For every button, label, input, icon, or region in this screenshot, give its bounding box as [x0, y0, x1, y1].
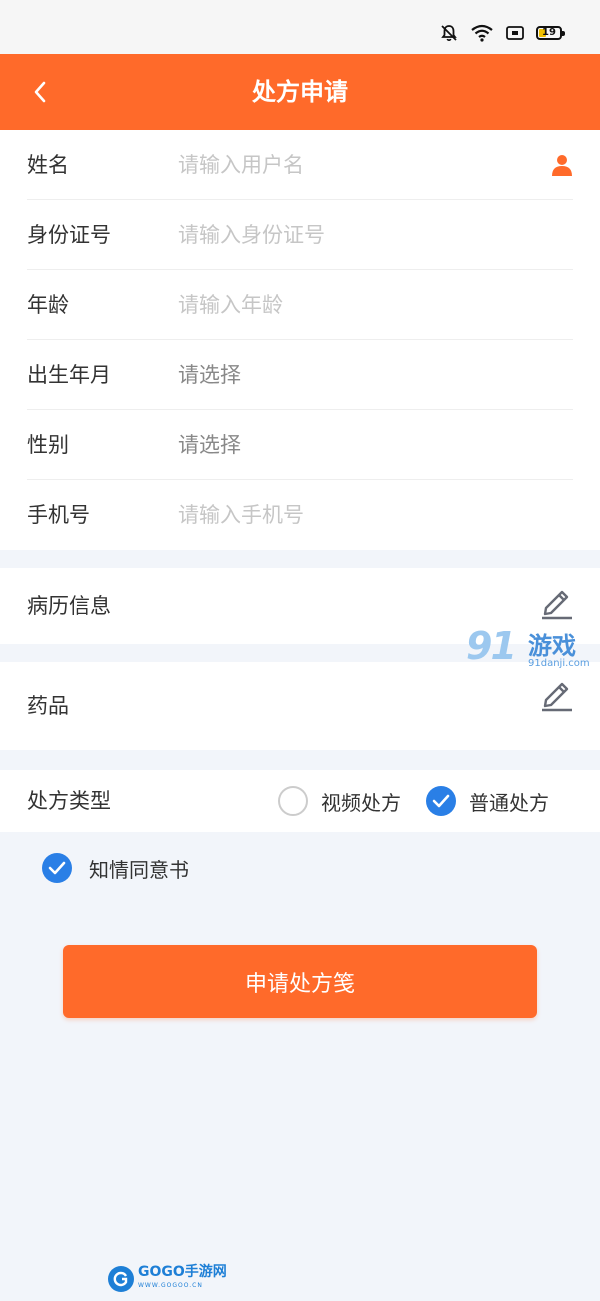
basic-info-form: 姓名 身份证号 年龄 出生年月 请选择 性别 请选择 手机号 — [0, 130, 600, 550]
bell-off-icon — [441, 25, 457, 41]
age-input[interactable] — [178, 285, 538, 325]
id-number-input[interactable] — [178, 215, 538, 255]
medical-record-label: 病历信息 — [27, 594, 111, 618]
form-row-gender[interactable]: 性别 请选择 — [27, 410, 573, 480]
page-title: 处方申请 — [252, 78, 348, 106]
id-number-label: 身份证号 — [27, 223, 111, 247]
video-prescription-radio[interactable]: 视频处方 — [278, 786, 401, 816]
wifi-icon — [471, 24, 493, 42]
video-prescription-label: 视频处方 — [321, 790, 401, 815]
battery-icon: 19 — [536, 26, 565, 40]
phone-input[interactable] — [178, 495, 538, 535]
age-label: 年龄 — [27, 293, 69, 317]
gogo-logo-icon — [108, 1266, 134, 1292]
battery-level: 19 — [542, 27, 556, 38]
radio-unchecked-icon — [278, 786, 308, 816]
form-row-birth-date[interactable]: 出生年月 请选择 — [27, 340, 573, 410]
normal-prescription-radio[interactable]: 普通处方 — [426, 786, 549, 816]
submit-button[interactable]: 申请处方笺 — [63, 945, 537, 1018]
consent-checkbox[interactable]: 知情同意书 — [42, 852, 189, 884]
prescription-type-row: 处方类型 视频处方 普通处方 — [0, 770, 600, 832]
gender-label: 性别 — [27, 433, 69, 457]
watermark-91-url: 91danji.com — [528, 658, 590, 669]
form-row-id-number: 身份证号 — [27, 200, 573, 270]
gogo-name: GOGO手游网 — [138, 1264, 227, 1280]
watermark-91danji: 91 游戏 91danji.com — [466, 624, 600, 676]
watermark-91-number: 91 — [466, 624, 517, 668]
form-row-age: 年龄 — [27, 270, 573, 340]
check-icon — [42, 853, 72, 883]
name-input[interactable] — [178, 145, 538, 185]
watermark-gogo: GOGO手游网 WWW.GOGOO.CN — [108, 1264, 227, 1294]
birth-date-label: 出生年月 — [27, 363, 111, 387]
name-label: 姓名 — [27, 153, 69, 177]
gogo-url: WWW.GOGOO.CN — [138, 1282, 203, 1289]
medicine-label: 药品 — [27, 694, 69, 718]
gogo-text: GOGO手游网 WWW.GOGOO.CN — [138, 1265, 227, 1293]
normal-prescription-label: 普通处方 — [469, 790, 549, 815]
watermark-91-name: 游戏 — [528, 632, 576, 660]
pencil-icon[interactable] — [540, 584, 574, 620]
form-row-name: 姓名 — [27, 130, 573, 200]
status-icons: 19 — [440, 24, 565, 42]
gender-select[interactable]: 请选择 — [178, 410, 241, 480]
status-bar: 19 — [0, 0, 600, 54]
screen-cast-icon — [506, 26, 524, 40]
form-row-phone: 手机号 — [27, 480, 573, 550]
radio-checked-icon — [426, 786, 456, 816]
user-icon[interactable] — [551, 154, 573, 176]
birth-date-select[interactable]: 请选择 — [178, 340, 241, 410]
prescription-type-label: 处方类型 — [27, 789, 111, 813]
pencil-icon[interactable] — [540, 676, 574, 712]
nav-bar: 处方申请 — [0, 54, 600, 130]
phone-label: 手机号 — [27, 503, 90, 527]
consent-label: 知情同意书 — [89, 857, 189, 882]
